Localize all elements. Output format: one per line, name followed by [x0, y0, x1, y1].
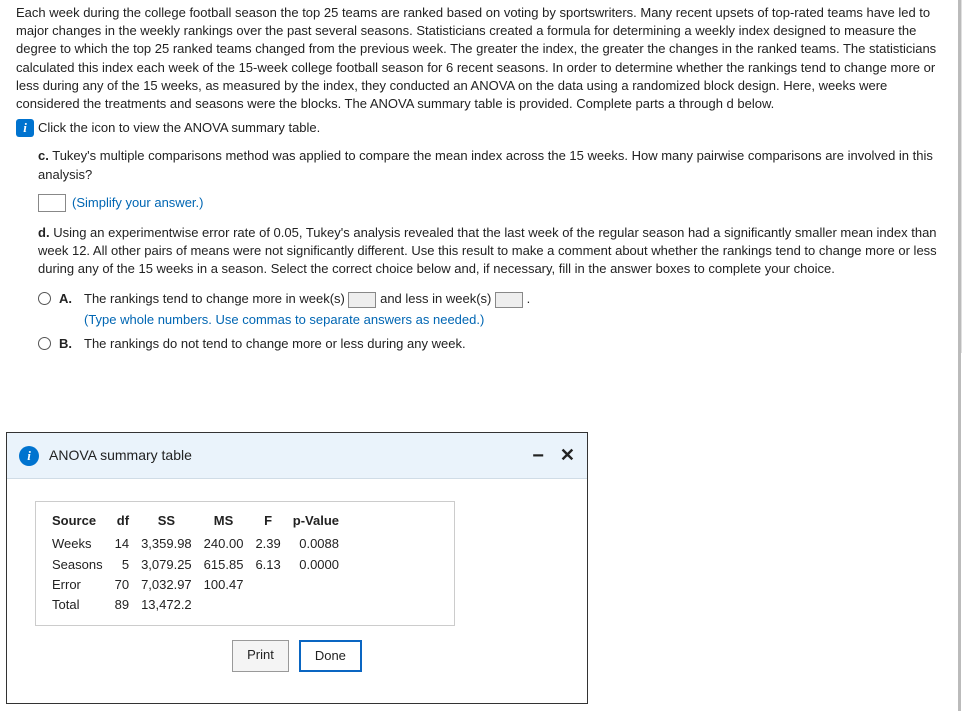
part-c-label: c.	[38, 148, 49, 163]
cell: 5	[113, 555, 139, 575]
choice-a-letter: A.	[59, 290, 72, 308]
choice-a-body: The rankings tend to change more in week…	[84, 290, 530, 328]
part-c-text: Tukey's multiple comparisons method was …	[38, 148, 933, 181]
cell: Total	[50, 595, 113, 615]
cell	[253, 595, 290, 615]
part-c-helper: (Simplify your answer.)	[72, 194, 203, 212]
choice-b-text: The rankings do not tend to change more …	[84, 335, 466, 353]
popup-title: ANOVA summary table	[49, 446, 532, 466]
choice-a-row[interactable]: A. The rankings tend to change more in w…	[38, 290, 948, 328]
table-row: Error 70 7,032.97 100.47	[50, 575, 349, 595]
cell: 3,079.25	[139, 555, 202, 575]
info-icon: i	[19, 446, 39, 466]
th-f: F	[253, 510, 290, 534]
anova-table: Source df SS MS F p-Value Weeks 14 3,359…	[35, 501, 455, 626]
cell: 2.39	[253, 534, 290, 554]
table-header-row: Source df SS MS F p-Value	[50, 510, 349, 534]
anova-popup: i ANOVA summary table − ✕ Source df SS M…	[6, 432, 588, 704]
choice-a-input-less[interactable]	[495, 292, 523, 308]
radio-b[interactable]	[38, 337, 51, 350]
cell: 89	[113, 595, 139, 615]
cell: 615.85	[202, 555, 254, 575]
choice-a-mid: and less in week(s)	[380, 291, 495, 306]
choice-b-row[interactable]: B. The rankings do not tend to change mo…	[38, 335, 948, 353]
cell: 7,032.97	[139, 575, 202, 595]
table-row: Weeks 14 3,359.98 240.00 2.39 0.0088	[50, 534, 349, 554]
problem-intro: Each week during the college football se…	[16, 4, 948, 113]
cell: Weeks	[50, 534, 113, 554]
cell: 70	[113, 575, 139, 595]
close-icon[interactable]: ✕	[560, 443, 575, 468]
part-c-answer-input[interactable]	[38, 194, 66, 212]
choice-b-letter: B.	[59, 335, 72, 353]
part-d-text: Using an experimentwise error rate of 0.…	[38, 225, 937, 276]
th-df: df	[113, 510, 139, 534]
part-c: c. Tukey's multiple comparisons method w…	[38, 147, 948, 212]
cell: 13,472.2	[139, 595, 202, 615]
cell: 0.0000	[291, 555, 349, 575]
cell: 6.13	[253, 555, 290, 575]
part-d-label: d.	[38, 225, 50, 240]
choice-a-post: .	[527, 291, 531, 306]
table-row: Seasons 5 3,079.25 615.85 6.13 0.0000	[50, 555, 349, 575]
cell	[202, 595, 254, 615]
cell: 14	[113, 534, 139, 554]
choice-a-input-more[interactable]	[348, 292, 376, 308]
table-row: Total 89 13,472.2	[50, 595, 349, 615]
choice-a-helper: (Type whole numbers. Use commas to separ…	[84, 311, 530, 329]
cell: Error	[50, 575, 113, 595]
minimize-icon[interactable]: −	[532, 451, 544, 461]
th-p: p-Value	[291, 510, 349, 534]
cell	[291, 595, 349, 615]
th-ms: MS	[202, 510, 254, 534]
done-button[interactable]: Done	[299, 640, 362, 672]
th-ss: SS	[139, 510, 202, 534]
cell	[253, 575, 290, 595]
popup-header: i ANOVA summary table − ✕	[7, 433, 587, 479]
part-d: d. Using an experimentwise error rate of…	[38, 224, 948, 279]
choice-a-pre: The rankings tend to change more in week…	[84, 291, 348, 306]
radio-a[interactable]	[38, 292, 51, 305]
cell: 3,359.98	[139, 534, 202, 554]
cell: Seasons	[50, 555, 113, 575]
view-table-text: Click the icon to view the ANOVA summary…	[38, 119, 320, 137]
info-icon: i	[16, 119, 34, 137]
cell: 0.0088	[291, 534, 349, 554]
cell	[291, 575, 349, 595]
th-source: Source	[50, 510, 113, 534]
scrollbar[interactable]	[958, 0, 961, 711]
print-button[interactable]: Print	[232, 640, 289, 672]
cell: 100.47	[202, 575, 254, 595]
cell: 240.00	[202, 534, 254, 554]
view-table-link[interactable]: i Click the icon to view the ANOVA summa…	[16, 119, 320, 137]
